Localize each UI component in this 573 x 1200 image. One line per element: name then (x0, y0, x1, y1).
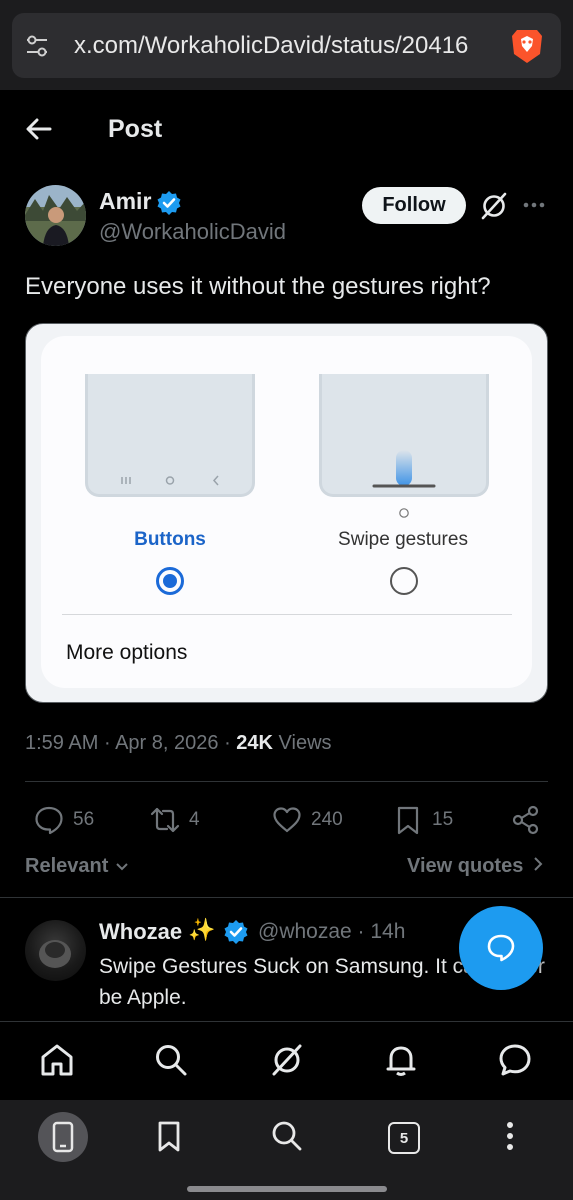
author-name[interactable]: Amir (99, 186, 151, 216)
grok-icon[interactable] (269, 1042, 305, 1078)
navigation-settings-card: Buttons Swipe gestures More options (41, 336, 532, 688)
post-header: Post (0, 90, 573, 170)
bookmark-button[interactable]: 15 (392, 803, 453, 837)
sort-label: Relevant (25, 855, 109, 877)
reply-bubble-icon (487, 934, 515, 962)
reply-count: 56 (73, 809, 95, 830)
gestures-preview-phone (319, 374, 489, 497)
post-image[interactable]: Buttons Swipe gestures More options (25, 323, 548, 703)
post-time: 1:59 AM (25, 732, 99, 754)
back-arrow-icon[interactable] (24, 114, 54, 144)
repost-button[interactable]: 4 (149, 803, 200, 837)
radio-buttons-selected (156, 567, 184, 595)
follow-button[interactable]: Follow (362, 187, 466, 224)
author-handle[interactable]: @WorkaholicDavid (99, 217, 286, 247)
option-swipe-label: Swipe gestures (338, 529, 468, 550)
sparkle-emoji: ✨ (188, 917, 216, 942)
compose-reply-button[interactable] (459, 906, 543, 990)
meta-separator: · (103, 732, 116, 754)
browser-toolbar: x.com/WorkaholicDavid/status/20416 (0, 0, 573, 90)
more-options-label: More options (66, 641, 188, 664)
bookmark-icon[interactable] (151, 1118, 187, 1154)
reply-author-name[interactable]: Whozae (99, 917, 182, 947)
like-count: 240 (311, 809, 343, 830)
share-button[interactable] (510, 803, 542, 837)
tab-icon (52, 1121, 74, 1153)
current-tab-button[interactable] (38, 1112, 88, 1162)
verified-badge-icon (157, 191, 181, 215)
image-divider (62, 614, 512, 615)
bookmark-icon (397, 806, 419, 835)
reply-handle[interactable]: @whozae · 14h (258, 917, 405, 947)
url-text[interactable]: x.com/WorkaholicDavid/status/20416 (74, 31, 502, 61)
chevron-down-icon (116, 863, 128, 871)
site-settings-icon[interactable] (24, 33, 50, 59)
reply-avatar[interactable] (25, 920, 86, 981)
views-count[interactable]: 24K (236, 732, 273, 754)
like-button[interactable]: 240 (271, 803, 343, 837)
chevron-right-icon (534, 857, 543, 871)
menu-icon[interactable] (492, 1118, 528, 1154)
repost-icon (150, 807, 180, 833)
brave-shields-icon[interactable] (506, 24, 548, 66)
search-icon[interactable] (153, 1042, 189, 1078)
sort-replies-dropdown[interactable]: Relevant (25, 853, 129, 879)
share-icon (512, 805, 539, 835)
page-title: Post (108, 115, 163, 143)
repost-count: 4 (189, 809, 200, 830)
home-indicator[interactable] (187, 1186, 387, 1192)
buttons-preview-phone (85, 374, 255, 497)
messages-icon[interactable] (497, 1042, 533, 1078)
post-text: Everyone uses it without the gestures ri… (25, 273, 491, 300)
browser-bottom-bar: 5 (0, 1100, 573, 1200)
views-label[interactable]: Views (279, 732, 332, 754)
grok-icon[interactable] (478, 190, 510, 222)
app-bottom-nav (0, 1021, 573, 1099)
notifications-icon[interactable] (383, 1042, 419, 1078)
divider (25, 781, 548, 782)
reply-button[interactable]: 56 (33, 803, 94, 837)
option-buttons-label: Buttons (134, 529, 206, 550)
post-date: Apr 8, 2026 (115, 732, 219, 754)
heart-icon (273, 807, 301, 833)
bookmark-count: 15 (432, 809, 454, 830)
reply-icon (35, 806, 63, 835)
meta-separator: · (224, 732, 237, 754)
search-icon[interactable] (269, 1118, 305, 1154)
address-bar[interactable]: x.com/WorkaholicDavid/status/20416 (12, 13, 561, 78)
tabs-switcher-button[interactable]: 5 (388, 1122, 420, 1154)
post-meta: 1:59 AM · Apr 8, 2026 · 24K Views (25, 730, 332, 756)
divider (0, 897, 573, 898)
verified-badge-icon (224, 920, 248, 944)
view-quotes-label: View quotes (407, 855, 524, 877)
radio-swipe-unselected (390, 567, 418, 595)
author-avatar[interactable] (25, 185, 86, 246)
view-quotes-link[interactable]: View quotes (407, 853, 543, 879)
home-icon[interactable] (39, 1042, 75, 1078)
more-options-icon[interactable] (521, 192, 547, 218)
